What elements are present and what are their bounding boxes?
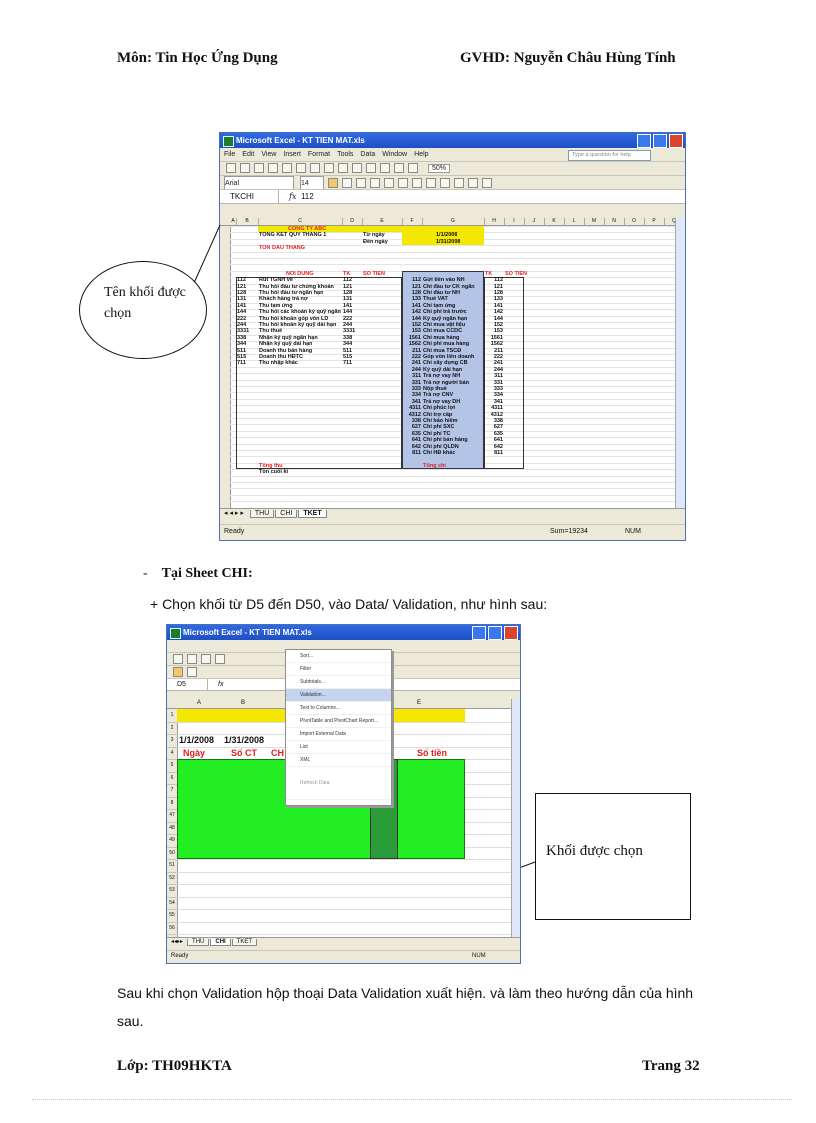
data-menu-dropdown: Sort... Filter Subtotals... Validation... Te… <box>285 649 392 806</box>
menu-item[interactable]: Subtotals... <box>286 676 391 689</box>
row-header[interactable]: 52 <box>167 872 177 885</box>
row-header[interactable]: 8 <box>167 797 177 810</box>
window-title: Microsoft Excel - KT TIEN MAT.xls <box>183 628 312 637</box>
row-header[interactable]: 48 <box>167 822 177 835</box>
callout-text: Khối được chọn <box>546 843 643 859</box>
row-header[interactable]: 47 <box>167 809 177 823</box>
sheet-tab[interactable]: TKET <box>231 939 258 946</box>
callout-selected-range-name: Tên khối được chọn <box>79 261 207 359</box>
row-header[interactable]: 3 <box>167 734 177 748</box>
row-header[interactable]: 55 <box>167 909 177 923</box>
table-header-cell: CH <box>271 747 284 758</box>
row-header[interactable]: 56 <box>167 922 177 935</box>
menu-item[interactable]: Text to Columns... <box>286 702 391 715</box>
save-icon[interactable] <box>201 654 211 665</box>
row-header[interactable]: 4 <box>167 747 177 760</box>
excel-title-bar: Microsoft Excel - KT TIEN MAT.xls <box>167 625 520 640</box>
bullet-dash: - <box>143 566 148 581</box>
row-gridline <box>177 896 512 898</box>
row-gridline <box>177 909 512 910</box>
bullet-text: Tại Sheet CHI: <box>161 566 253 581</box>
footer-class: Lớp: TH09HKTA <box>117 1058 232 1074</box>
row-header[interactable]: 5 <box>167 759 177 773</box>
bold-icon[interactable] <box>173 667 183 678</box>
menu-item[interactable]: XML <box>286 754 391 767</box>
row-gridline <box>177 871 512 873</box>
table-header-cell: Số CT <box>231 747 257 758</box>
row-header[interactable]: 7 <box>167 784 177 798</box>
row-gridline <box>177 921 512 923</box>
menu-item[interactable]: Filter <box>286 663 391 676</box>
excel-app-icon <box>170 628 181 639</box>
row-header[interactable]: 1 <box>167 709 177 723</box>
row-header[interactable]: 54 <box>167 897 177 910</box>
sheet-tab[interactable]: THU <box>187 939 210 946</box>
row-header[interactable]: 53 <box>167 884 177 898</box>
table-header-cell: Ngày <box>183 747 206 758</box>
footer-page: Trang 32 <box>642 1058 700 1074</box>
menu-item[interactable]: List <box>286 741 391 754</box>
row-gridline <box>177 934 512 935</box>
date-cell: 1/1/2008 <box>179 735 215 745</box>
date-cell: 1/31/2008 <box>224 735 265 745</box>
column-header[interactable]: E <box>397 699 441 708</box>
menu-item[interactable]: Import External Data <box>286 728 391 741</box>
print-icon[interactable] <box>215 654 225 665</box>
row-gridline <box>177 884 512 885</box>
bullet-instruction: + Chọn khối từ D5 đến D50, vào Data/ Val… <box>150 596 548 612</box>
maximize-button[interactable] <box>488 626 502 640</box>
menu-item[interactable]: Refresh Data <box>286 767 391 800</box>
menu-item[interactable]: Validation... <box>286 689 391 702</box>
callout-text: Tên khối được chọn <box>104 285 186 321</box>
new-icon[interactable] <box>173 654 183 665</box>
menu-item[interactable]: Sort... <box>286 650 391 663</box>
italic-icon[interactable] <box>187 667 197 678</box>
column-header[interactable]: B <box>221 699 265 708</box>
open-icon[interactable] <box>187 654 197 665</box>
minimize-button[interactable] <box>472 626 486 640</box>
table-header-cell: Số tiền <box>417 747 448 758</box>
row-gridline <box>177 859 512 860</box>
status-ready: Ready <box>171 953 189 959</box>
row-header[interactable]: 50 <box>167 847 177 860</box>
status-num: NUM <box>472 953 486 959</box>
tab-nav-arrows[interactable]: ◂◂▸▸ <box>171 939 183 945</box>
row-header[interactable]: 6 <box>167 772 177 785</box>
formula-input[interactable]: fx <box>208 679 223 690</box>
vertical-scrollbar[interactable] <box>511 699 520 937</box>
name-box[interactable]: D5 <box>167 679 208 690</box>
menu-item[interactable]: PivotTable and PivotChart Report... <box>286 715 391 728</box>
row-header[interactable]: 49 <box>167 834 177 848</box>
column-header[interactable]: A <box>177 699 221 708</box>
sheet-tab[interactable]: CHI <box>210 939 231 946</box>
paragraph: Sau khi chọn Validation hộp thoại Data V… <box>117 985 694 1029</box>
row-header[interactable]: 51 <box>167 859 177 873</box>
callout-selected-block: Khối được chọn <box>535 793 691 920</box>
page-divider <box>32 1099 792 1100</box>
sheet-tabs: ◂◂▸▸ THU CHI TKET <box>167 937 520 950</box>
close-button[interactable] <box>504 626 518 640</box>
row-header[interactable]: 2 <box>167 722 177 735</box>
bullet-sheet-chi: - Tại Sheet CHI: <box>143 566 253 582</box>
status-bar: Ready NUM <box>167 950 520 963</box>
